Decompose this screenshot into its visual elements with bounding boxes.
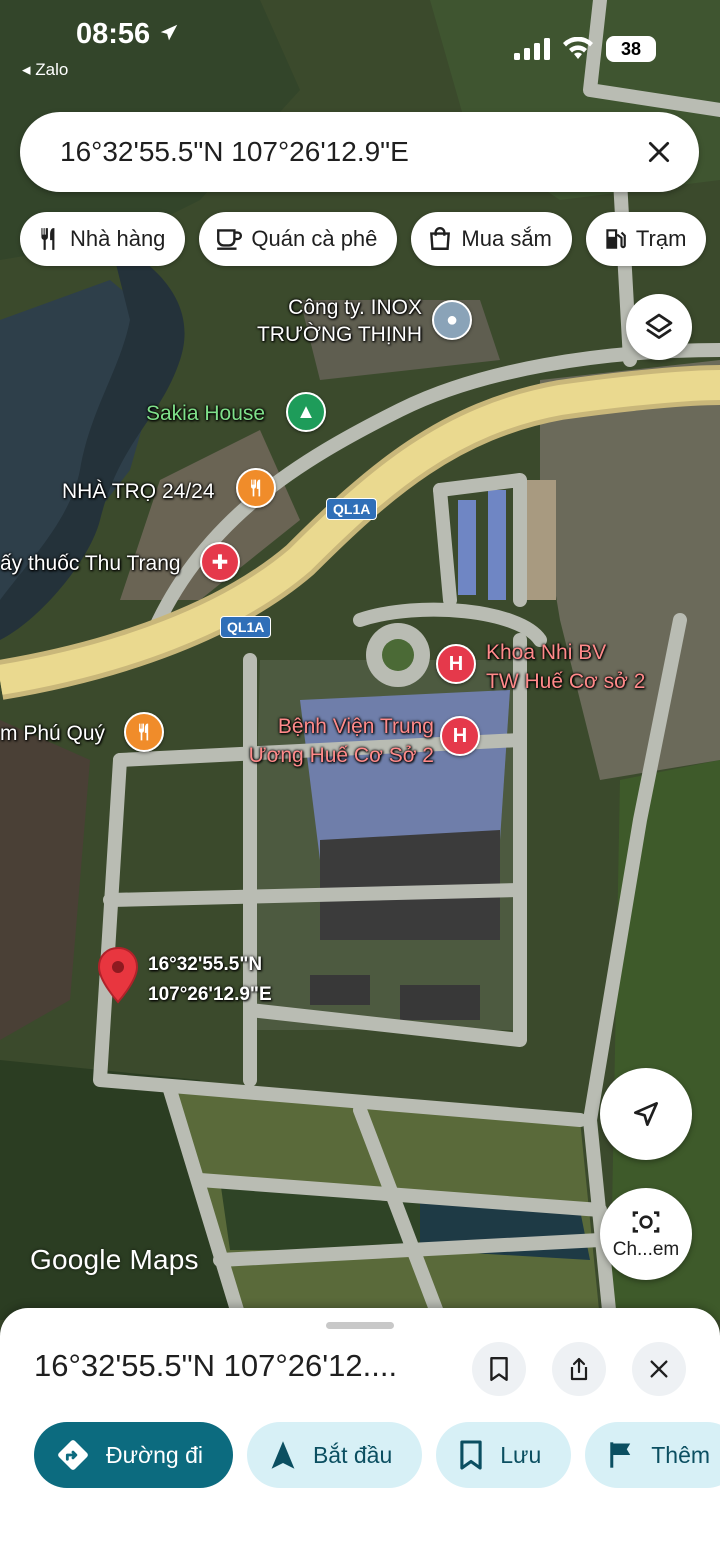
save-button[interactable]: Lưu — [436, 1422, 572, 1488]
place-pin-icon[interactable]: ● — [432, 300, 472, 340]
navigation-arrow-icon — [271, 1441, 295, 1469]
restaurant-pin-icon[interactable] — [124, 712, 164, 752]
directions-button[interactable]: Đường đi — [34, 1422, 233, 1488]
directions-icon — [58, 1440, 88, 1470]
my-location-button[interactable] — [600, 1068, 692, 1160]
road-shield-ql1a: QL1A — [220, 616, 272, 638]
map-layers-button[interactable] — [626, 294, 692, 360]
gas-station-icon — [606, 229, 626, 249]
place-title: 16°32'55.5"N 107°26'12.... — [34, 1348, 398, 1383]
dropped-pin-coordinates: 16°32'55.5"N 107°26'12.9"E — [148, 950, 272, 1010]
close-sheet-button[interactable] — [632, 1342, 686, 1396]
chip-cafes[interactable]: Quán cà phê — [199, 212, 398, 266]
sheet-drag-handle[interactable] — [326, 1322, 394, 1329]
action-label: Bắt đầu — [312, 1441, 393, 1468]
pin-latitude: 16°32'55.5"N — [148, 954, 263, 975]
road-shield-ql1a: QL1A — [326, 498, 378, 520]
poi-label-benh-vien[interactable]: Bệnh Viện Trung Ương Huế Cơ Sở 2 — [236, 712, 434, 770]
close-icon — [650, 1360, 668, 1378]
camera-lens-icon — [632, 1211, 660, 1233]
action-label: Lưu — [500, 1441, 542, 1468]
status-bar: 08:56 ◂ Zalo 38 — [0, 0, 720, 90]
save-icon-button[interactable] — [472, 1342, 526, 1396]
more-button[interactable]: Thêm — [585, 1422, 720, 1488]
navigation-arrow-icon — [634, 1102, 658, 1126]
pharmacy-pin-icon[interactable]: ✚ — [200, 542, 240, 582]
category-chips: Nhà hàng Quán cà phê Mua sắm Trạm — [20, 212, 707, 266]
poi-label-thu-trang[interactable]: ấy thuốc Thu Trang — [0, 550, 181, 577]
shopping-bag-icon — [430, 226, 451, 250]
location-arrow-icon — [160, 24, 178, 41]
hospital-pin-icon[interactable]: H — [440, 716, 480, 756]
cellular-signal-icon — [514, 38, 550, 60]
chip-label: Mua sắm — [461, 226, 552, 251]
poi-label-inox[interactable]: Công ty. INOX TRƯỜNG THỊNH — [250, 294, 422, 348]
dropped-pin-icon[interactable] — [96, 946, 140, 1004]
google-maps-attribution: Google Maps — [30, 1244, 199, 1275]
action-label: Đường đi — [106, 1441, 203, 1468]
battery-indicator: 38 — [606, 36, 656, 62]
search-input[interactable]: 16°32'55.5"N 107°26'12.9"E — [60, 136, 629, 168]
search-bar[interactable]: 16°32'55.5"N 107°26'12.9"E — [20, 112, 699, 192]
chip-label: Trạm — [635, 226, 687, 251]
chip-shopping[interactable]: Mua sắm — [411, 212, 572, 266]
poi-label-sakia-house[interactable]: Sakia House — [146, 400, 265, 427]
camera-search-label: Ch...em — [612, 1239, 680, 1260]
poi-label-khoa-nhi[interactable]: Khoa Nhi BV TW Huế Cơ sở 2 — [486, 638, 645, 696]
poi-label-nha-tro[interactable]: NHÀ TRỌ 24/24 — [62, 478, 215, 505]
clear-search-button[interactable] — [629, 122, 689, 182]
park-pin-icon[interactable]: ▲ — [286, 392, 326, 432]
status-time: 08:56 — [76, 18, 180, 51]
chip-gas-stations[interactable]: Trạm — [585, 212, 707, 266]
place-bottom-sheet[interactable]: 16°32'55.5"N 107°26'12.... Đường đi Bắt … — [0, 1308, 720, 1560]
chip-restaurants[interactable]: Nhà hàng — [20, 212, 186, 266]
pin-longitude: 107°26'12.9"E — [148, 984, 272, 1005]
place-actions: Đường đi Bắt đầu Lưu Thêm — [34, 1422, 720, 1488]
chip-label: Nhà hàng — [70, 226, 166, 251]
start-button[interactable]: Bắt đầu — [246, 1422, 423, 1488]
share-icon — [570, 1357, 588, 1381]
bookmark-icon — [460, 1440, 482, 1470]
camera-search-button[interactable]: Ch...em — [600, 1188, 692, 1280]
close-icon — [648, 141, 670, 163]
chip-label: Quán cà phê — [251, 226, 378, 251]
restaurant-pin-icon[interactable] — [236, 468, 276, 508]
hospital-pin-icon[interactable]: H — [436, 644, 476, 684]
flag-icon — [610, 1442, 631, 1468]
poi-label-phu-quy[interactable]: m Phú Quý — [0, 720, 105, 747]
action-label: Thêm — [651, 1441, 711, 1468]
coffee-icon — [217, 229, 243, 250]
share-button[interactable] — [552, 1342, 606, 1396]
bookmark-icon — [490, 1356, 508, 1382]
layers-icon — [645, 313, 673, 339]
restaurant-icon — [41, 228, 55, 250]
wifi-icon — [563, 37, 593, 59]
back-to-app-link[interactable]: ◂ Zalo — [22, 60, 68, 80]
